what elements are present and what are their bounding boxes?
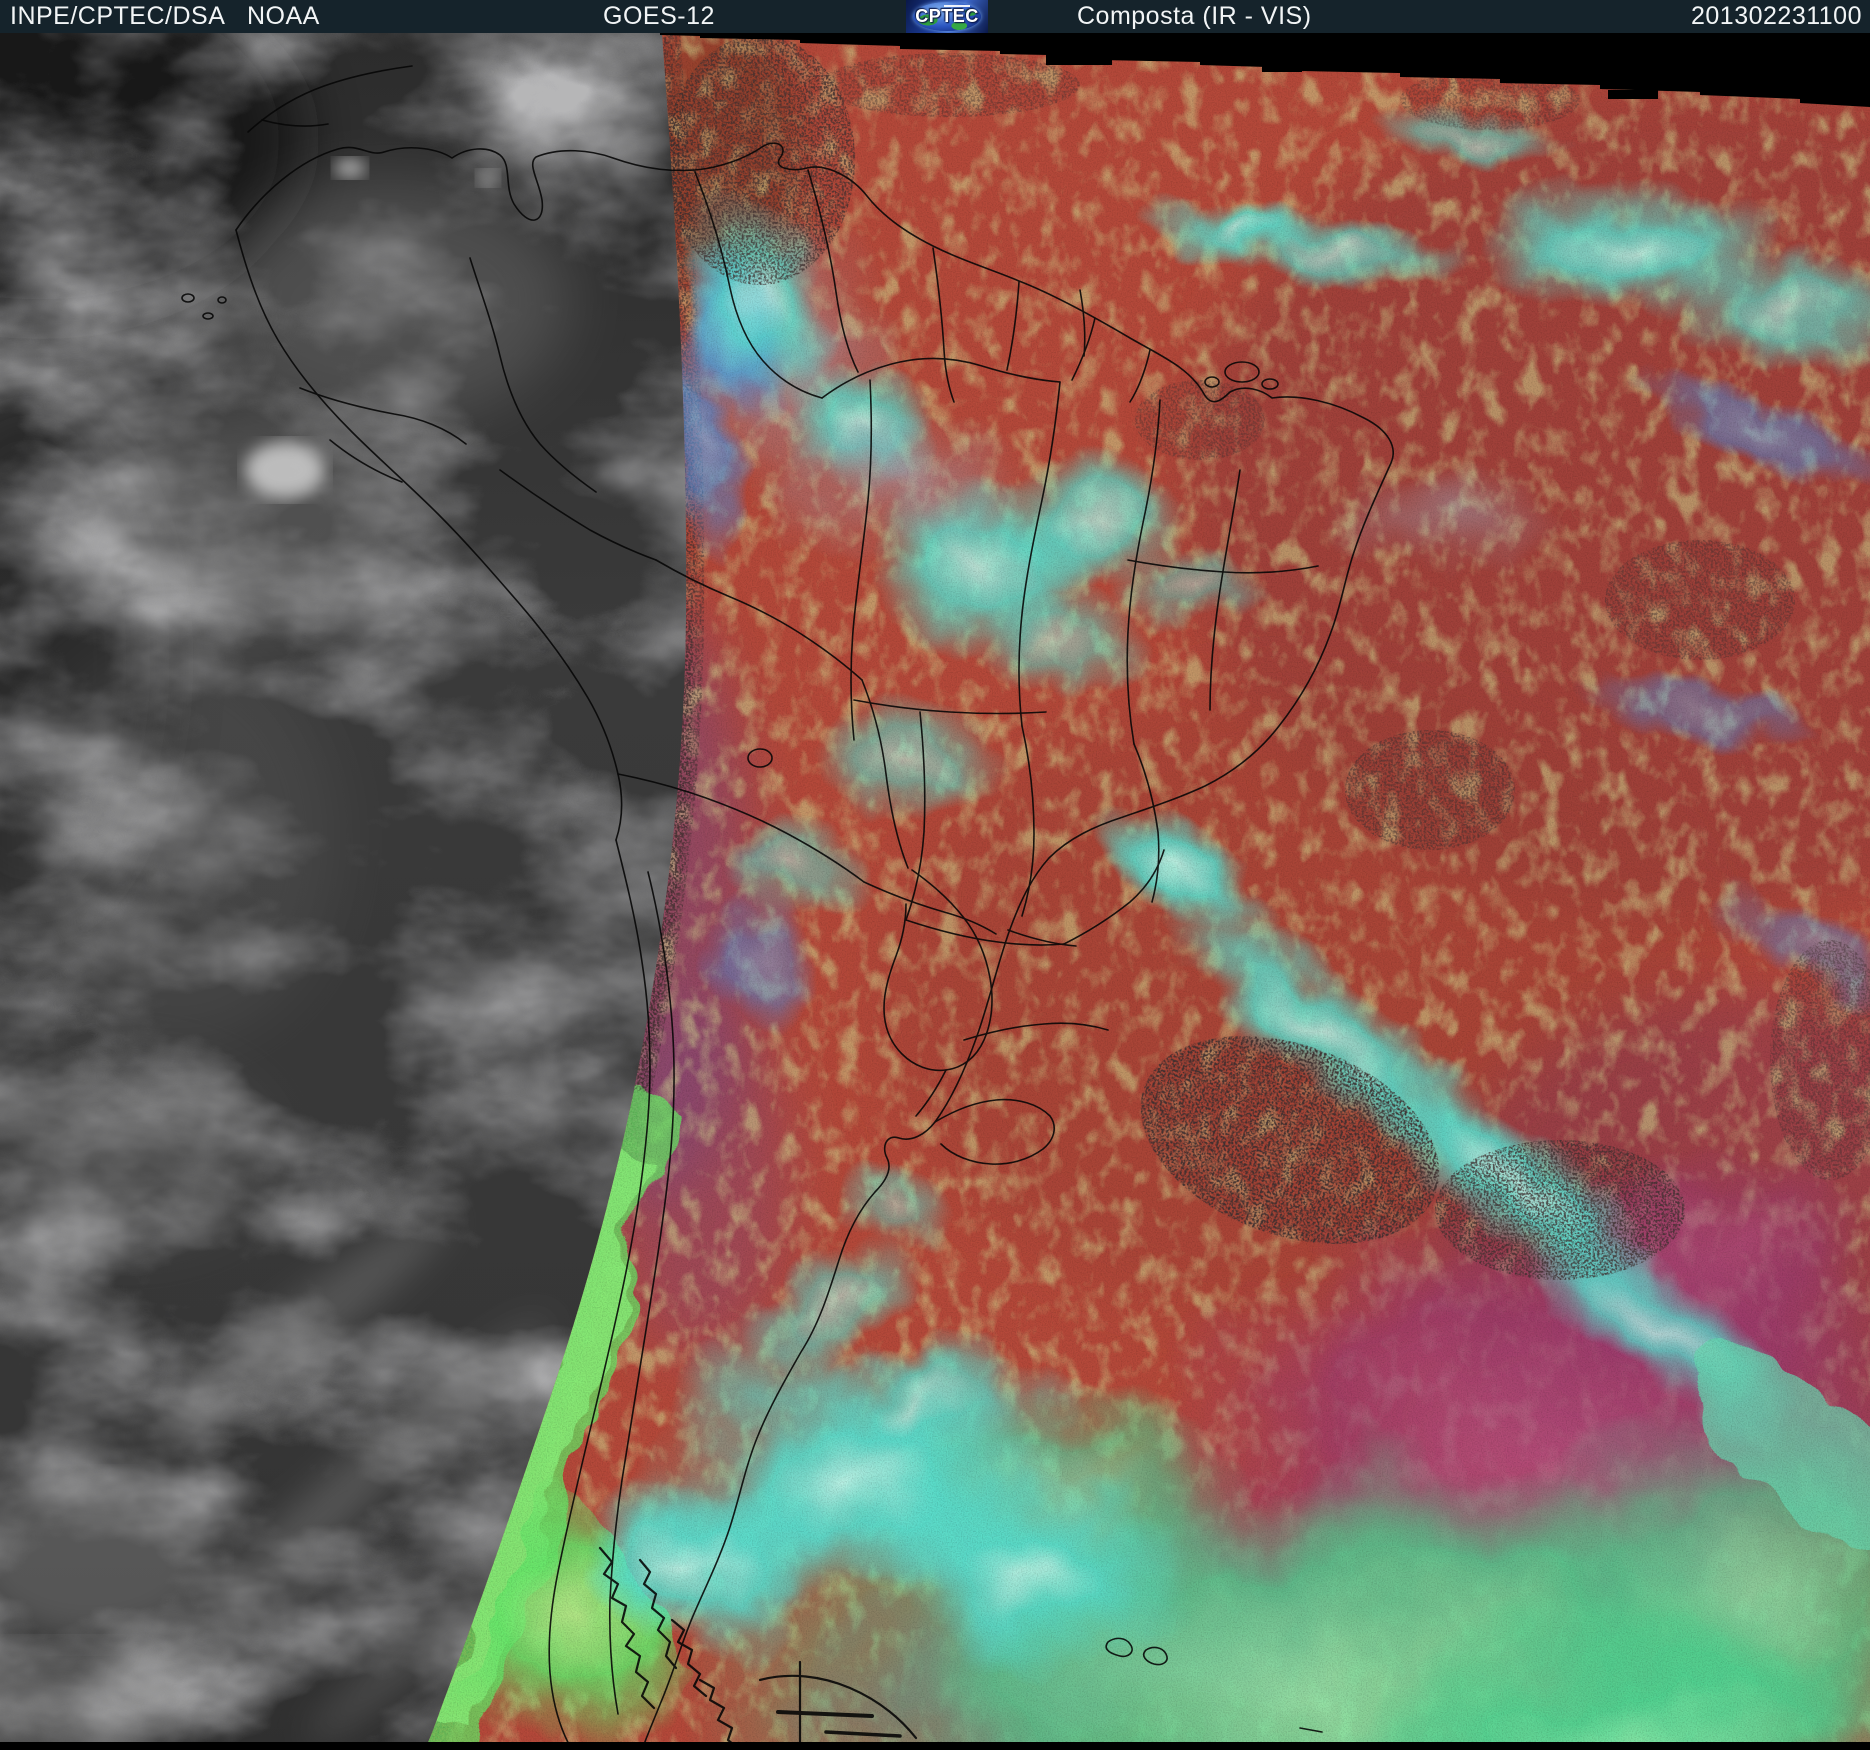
satellite-label: GOES-12 [603,2,715,30]
product-label: Composta (IR - VIS) [1077,2,1312,30]
satellite-composite-image [0,0,1870,1750]
cptec-logo-text: CPTEC [915,6,979,26]
bottom-black-strip [0,1742,1870,1750]
title-bar: INPE/CPTEC/DSA NOAA GOES-12 CPTEC Compos… [0,0,1870,33]
timestamp-label: 201302231100 [1691,2,1862,30]
satellite-viewer: INPE/CPTEC/DSA NOAA GOES-12 CPTEC Compos… [0,0,1870,1750]
agency-label: INPE/CPTEC/DSA [10,2,226,30]
noaa-label: NOAA [247,2,320,30]
cptec-logo: CPTEC [906,0,988,33]
